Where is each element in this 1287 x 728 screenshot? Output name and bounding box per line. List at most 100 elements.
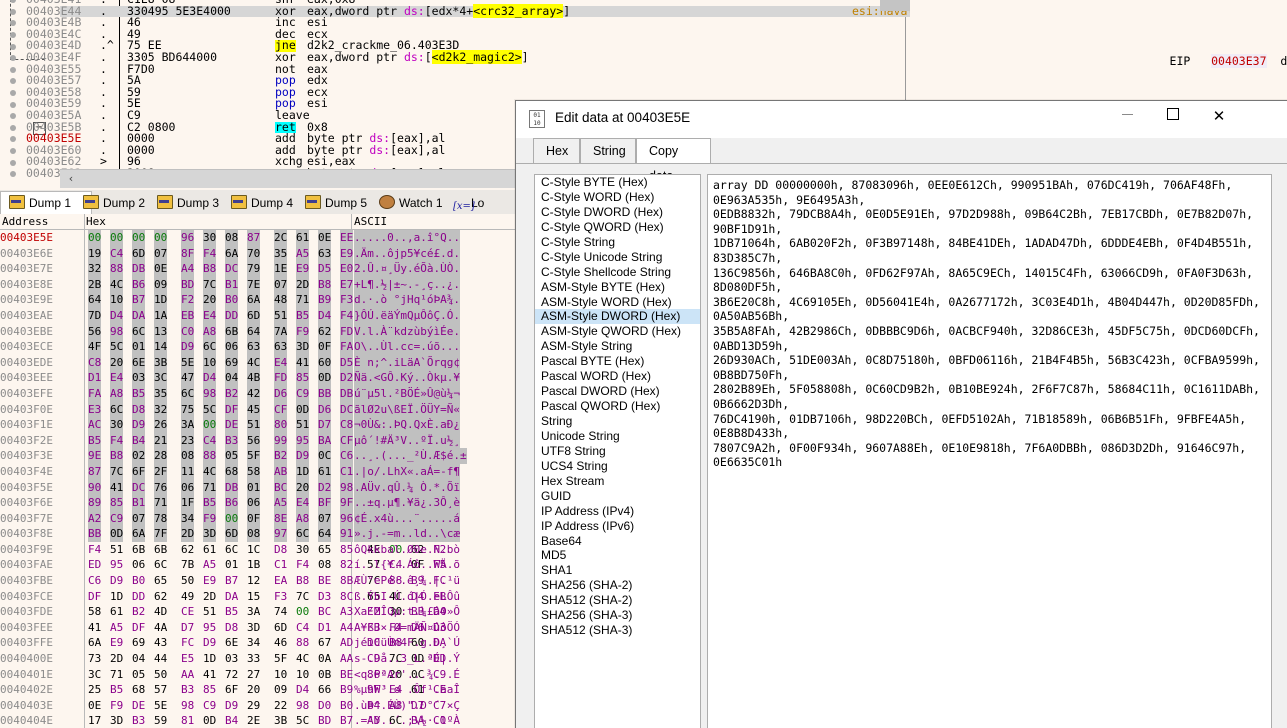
dump-hex-byte[interactable]: E9 [340, 245, 354, 262]
dump-hex-byte[interactable]: AD [340, 635, 353, 651]
dump-hex-byte[interactable]: 6C [154, 557, 167, 573]
edit-data-dialog[interactable]: 01 10 Edit data at 00403E5E ✕ Hex String Co… [515, 100, 1287, 728]
dump-hex-byte[interactable]: B0 [132, 573, 145, 589]
dump-hex-byte[interactable]: CE [181, 604, 194, 620]
register-eip-row[interactable]: EIP 00403E37 d2 [1128, 28, 1287, 68]
dump-hex-byte[interactable]: DC [225, 261, 239, 277]
format-list-item[interactable]: SHA512 (SHA-2) [535, 593, 700, 608]
dump-hex-byte[interactable]: 20 [203, 292, 217, 308]
dump-hex-byte[interactable]: 35 [274, 245, 288, 262]
dump-hex-byte[interactable]: 00 [132, 230, 146, 246]
dump-hex-byte[interactable]: 06 [132, 557, 145, 573]
dump-hex-byte[interactable]: A5 [110, 620, 123, 636]
dump-hex-byte[interactable]: 41 [203, 667, 216, 683]
dump-hex-byte[interactable]: B6 [132, 276, 146, 293]
dump-hex-byte[interactable]: 64 [247, 323, 261, 340]
dump-hex-byte[interactable]: 70 [247, 245, 261, 262]
dump-hex-byte[interactable]: BB [318, 385, 332, 402]
dump-row[interactable]: 0040403E 0E F9 DE 5E 98 C9 D9 29 22 98 D0 B0 B4 A8 D7 C7… [0, 698, 519, 714]
dump-hex-byte[interactable]: A5 [296, 245, 310, 262]
dump-hex-byte[interactable]: 8E [274, 510, 288, 527]
dump-row-address[interactable]: 00403F8E [0, 526, 53, 542]
dump-row[interactable]: 00403F1EAC30D9263A00DE518051D7C81661D0BF… [0, 417, 519, 433]
format-list-item[interactable]: C-Style DWORD (Hex) [535, 205, 700, 220]
dump-ascii[interactable]: V.l.À¨kdzùbýìÉe. [354, 323, 460, 340]
dump-hex-byte[interactable]: 71 [296, 292, 310, 308]
format-list-item[interactable]: C-Style WORD (Hex) [535, 190, 700, 205]
dump-row-address[interactable]: 00403EBE [0, 324, 53, 340]
dump-row[interactable]: 00403E7E3288DB0EA4B8DC791EE9D5E088D9D297… [0, 261, 519, 277]
dump-hex-byte[interactable]: 23 [181, 432, 195, 449]
dump-row[interactable]: 00403FFE 6A E9 69 43 FC D9 6E 34 46 88 67 AD D0 B8 60 DA… [0, 635, 519, 651]
breakpoint-dot-icon[interactable] [10, 20, 16, 27]
dump-hex-byte[interactable]: EA [274, 573, 287, 589]
dump-hex-byte[interactable]: 51 [296, 417, 310, 433]
dump-hex-byte[interactable]: 3C [88, 667, 101, 683]
dump-hex-byte[interactable]: B0 [225, 292, 239, 308]
dump-row[interactable]: 00403FAE ED 95 06 6C 7B A5 01 1B C1 F4 08 82 57 C4 0F F5… [0, 557, 519, 573]
dump-hex-byte[interactable]: 00 [296, 604, 309, 620]
dump-hex-byte[interactable]: C4 [203, 432, 217, 449]
dump-hex-byte[interactable]: 2D [203, 589, 216, 605]
dump-row[interactable]: 0040400E 73 2D 04 44 E5 1D 03 33 5F 4C 0A AA C9 7C 0D DD… [0, 651, 519, 667]
dump-hex-byte[interactable]: D2 [318, 479, 332, 496]
dump-hex-byte[interactable]: 91 [340, 526, 354, 542]
dump-hex-byte[interactable]: 41 [88, 620, 101, 636]
dump-row-address[interactable]: 00403F0E [0, 402, 53, 418]
format-list-item[interactable]: Pascal QWORD (Hex) [535, 399, 700, 414]
dump-hex-byte[interactable]: 59 [154, 713, 167, 728]
dump-hex-byte[interactable]: B5 [132, 385, 146, 402]
dump-row[interactable]: 00403E9E6410B71DF220B06A4871B9F3DE41BE84… [0, 292, 519, 308]
dump-hex-byte[interactable]: 62 [154, 589, 167, 605]
dump-hex-byte[interactable]: 3C [154, 370, 168, 386]
dump-row-address[interactable]: 00403E9E [0, 292, 53, 308]
dump-hex-byte[interactable]: BE [340, 667, 353, 683]
dump-hex-byte[interactable]: 98 [340, 479, 354, 496]
dump-ascii[interactable]: +L¶.½|±~.-¸ç..¿. [354, 276, 460, 293]
dump-hex-byte[interactable]: 61 [318, 463, 332, 480]
dump-hex-byte[interactable]: E5 [181, 651, 194, 667]
dump-hex-byte[interactable]: 6A [88, 635, 101, 651]
dump-hex-byte[interactable]: 06 [225, 339, 239, 355]
dump-row-address[interactable]: 00403E5E [0, 230, 53, 246]
dump-hex-byte[interactable]: 22 [274, 698, 287, 714]
dump-hex-byte[interactable]: 96 [340, 510, 354, 527]
dump-ascii[interactable]: È n;^.iLäA`Õrqg¢ [354, 354, 460, 371]
format-list-item[interactable]: SHA1 [535, 563, 700, 578]
dump-hex-byte[interactable]: F9 [203, 510, 217, 527]
dump-hex-byte[interactable]: 0E [318, 230, 332, 246]
dump-hex-byte[interactable]: 0B [318, 667, 331, 683]
dump-hex-byte[interactable]: AA [181, 667, 194, 683]
dump-hex-byte[interactable]: DD [225, 307, 239, 324]
dump-hex-byte[interactable]: 65 [154, 573, 167, 589]
dump-hex-byte[interactable]: 1B [247, 557, 260, 573]
dump-hex-byte[interactable]: A8 [203, 323, 217, 340]
dump-row-address[interactable]: 00403EFE [0, 386, 53, 402]
dump-hex-byte[interactable]: B8 [110, 448, 124, 464]
dump-hex-byte[interactable]: 6E [225, 635, 238, 651]
dump-hex-byte[interactable]: 4C [203, 463, 217, 480]
dump-hex-byte[interactable]: 08 [247, 526, 261, 542]
header-ascii[interactable]: ASCII [354, 214, 387, 229]
dump-hex-byte[interactable]: 27 [247, 667, 260, 683]
dump-hex-byte[interactable]: 73 [88, 651, 101, 667]
dump-hex-byte[interactable]: 7E [247, 276, 261, 293]
dump-hex-byte[interactable]: 19 [88, 245, 102, 262]
format-list-item[interactable]: SHA512 (SHA-3) [535, 623, 700, 638]
dump-hex-byte[interactable]: 2C [274, 230, 288, 246]
dump-hex-byte[interactable]: 5F [274, 651, 287, 667]
dump-hex-byte[interactable]: B3 [225, 432, 239, 449]
dialog-tab-copy-data[interactable]: Copy data [636, 138, 711, 183]
dump-hex-byte[interactable]: 1F [181, 495, 195, 511]
format-list-item[interactable]: UCS4 String [535, 459, 700, 474]
dump-hex-byte[interactable]: DF [132, 620, 145, 636]
dump-hex-byte[interactable]: 01 [225, 557, 238, 573]
dump-hex-byte[interactable]: C1 [274, 557, 287, 573]
format-list-item[interactable]: String [535, 414, 700, 429]
breakpoint-dot-icon[interactable] [10, 89, 16, 96]
dump-row-address[interactable]: 0040404E [0, 713, 53, 728]
dump-hex-byte[interactable]: D5 [318, 261, 332, 277]
dump-hex-byte[interactable]: 98 [181, 698, 194, 714]
dump-hex-byte[interactable]: 00 [110, 230, 124, 246]
dump-hex-byte[interactable]: 51 [110, 542, 123, 558]
